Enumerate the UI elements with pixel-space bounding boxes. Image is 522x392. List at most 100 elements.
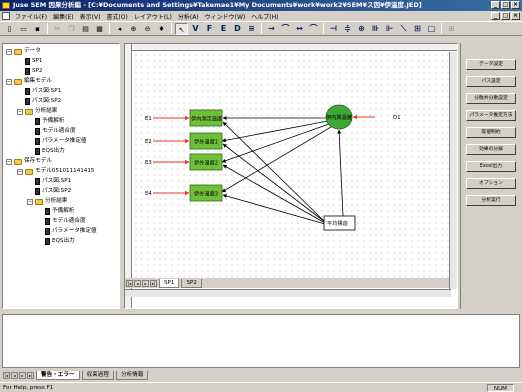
menu-window[interactable]: ウィンドウ(W) — [202, 12, 249, 21]
prev-tab-button[interactable]: ◂ — [11, 371, 18, 379]
path-loading-3[interactable] — [221, 123, 330, 163]
text-box-icon[interactable]: ⊞ — [411, 23, 424, 35]
print-icon[interactable]: ▦ — [93, 23, 106, 35]
tree-item-saved-model[interactable]: − 保存モデル — [6, 157, 52, 166]
rectangle-icon[interactable]: □ — [425, 23, 438, 35]
sheet-tab-sp2[interactable]: SP2 — [181, 278, 202, 288]
tree-item-eqs2[interactable]: EQS出力 — [45, 237, 75, 246]
tool-disturbance[interactable]: D — [231, 23, 244, 35]
last-sheet-button[interactable]: ▸| — [150, 279, 157, 287]
tool-observed-variable[interactable]: V — [189, 23, 202, 35]
tree-item-path-sp1b[interactable]: パス図:SP1 — [35, 177, 71, 186]
path-mean-latent[interactable] — [337, 129, 344, 217]
covariance-settings-button[interactable]: 分散共分散設定 — [466, 93, 516, 104]
menu-file[interactable]: ファイル(F) — [12, 12, 50, 21]
hint-icon[interactable]: ♦ — [155, 23, 168, 35]
collapse-icon[interactable]: − — [17, 168, 23, 175]
zoom-in-icon[interactable]: ⊕ — [127, 23, 140, 35]
tree-item-results2[interactable]: − 分析結果 — [27, 197, 67, 206]
tree-item-data[interactable]: − データ — [6, 47, 41, 56]
path-mean-4[interactable] — [222, 194, 326, 225]
menu-layout[interactable]: レイアウト(L) — [131, 12, 175, 21]
doc-restore-button[interactable]: □ — [501, 12, 510, 20]
collapse-icon[interactable]: − — [6, 158, 12, 165]
tab-warnings-errors[interactable]: 警告・エラー — [36, 370, 80, 380]
cut-icon[interactable]: ✂ — [51, 23, 64, 35]
double-arrow-icon[interactable]: ↔ — [293, 23, 306, 35]
tab-analysis-info[interactable]: 分析情報 — [115, 370, 149, 380]
paste-icon[interactable]: ▤ — [79, 23, 92, 35]
save-icon[interactable]: ▪ — [31, 23, 44, 35]
diagram-canvas[interactable]: 伊内測定温度 伊外温度1 伊外温度2 伊外温度3 伊内興温度 E1 E2 E3 … — [124, 43, 458, 309]
align-icon[interactable]: ◂ — [113, 23, 126, 35]
menu-analysis[interactable]: 分析(A) — [175, 12, 202, 21]
doc-close-button[interactable]: × — [511, 12, 520, 20]
tab-convergence[interactable]: 収束過程 — [81, 370, 114, 380]
tree-item-path-sp2b[interactable]: パス図:SP2 — [35, 187, 71, 196]
tree-item-edit-model[interactable]: − 編集モデル — [6, 77, 52, 86]
tool-error-variable[interactable]: E — [217, 23, 230, 35]
close-button[interactable]: × — [511, 1, 520, 9]
maximize-button[interactable]: □ — [501, 1, 510, 9]
data-settings-button[interactable]: データ設定 — [466, 59, 516, 70]
curved-arrow-icon[interactable]: ⌒ — [279, 23, 292, 35]
sheet-tab-sp1[interactable]: SP1 — [159, 278, 180, 288]
align-center-icon[interactable]: ≑ — [341, 23, 354, 35]
next-sheet-button[interactable]: ▸ — [142, 279, 149, 287]
run-analysis-button[interactable]: 分析実行 — [466, 195, 516, 206]
tree-item-fit[interactable]: モデル適合度 — [35, 127, 76, 136]
minimize-button[interactable]: _ — [491, 1, 500, 9]
line-style-icon[interactable]: ⟍ — [397, 23, 410, 35]
first-tab-button[interactable]: |◂ — [3, 371, 10, 379]
loop-arrow-icon[interactable]: ⌒ — [307, 23, 320, 35]
menu-view[interactable]: 表示(V) — [77, 12, 104, 21]
path-arrow-icon[interactable]: → — [265, 23, 278, 35]
copy-icon[interactable]: ❐ — [65, 23, 78, 35]
new-file-icon[interactable]: ▯ — [3, 23, 16, 35]
collapse-icon[interactable]: − — [17, 108, 23, 115]
pointer-tool-icon[interactable]: ↖ — [175, 22, 188, 35]
path-settings-button[interactable]: パス設定 — [466, 76, 516, 87]
tree-item-param-est[interactable]: パラメータ推定値 — [35, 137, 87, 146]
horizontal-scrollbar[interactable] — [125, 289, 451, 297]
align-left-icon[interactable]: ⊣ — [327, 23, 340, 35]
menu-help[interactable]: ヘルプ(H) — [248, 12, 281, 21]
tree-item-pre-analysis2[interactable]: 予備解析 — [45, 207, 74, 216]
collapse-icon[interactable]: − — [6, 78, 12, 85]
tool-latent-factor[interactable]: F — [203, 23, 216, 35]
next-tab-button[interactable]: ▸ — [19, 371, 26, 379]
doc-minimize-button[interactable]: _ — [491, 12, 500, 20]
options-button[interactable]: オプション — [466, 178, 516, 189]
path-mean-2[interactable] — [222, 143, 326, 223]
zoom-out-icon[interactable]: ⊖ — [141, 23, 154, 35]
collapse-icon[interactable]: − — [27, 198, 33, 205]
vertical-scrollbar[interactable] — [449, 52, 457, 289]
tree-item-fit2[interactable]: モデル適合度 — [45, 217, 86, 226]
distribute-icon[interactable]: ⊪ — [369, 23, 382, 35]
tree-item-param-est2[interactable]: パラメータ推定値 — [45, 227, 97, 236]
tree-item-sp2[interactable]: SP2 — [25, 67, 42, 76]
first-sheet-button[interactable]: |◂ — [126, 279, 133, 287]
resize-icon[interactable]: ⊩ — [383, 23, 396, 35]
prev-sheet-button[interactable]: ◂ — [134, 279, 141, 287]
output-pane[interactable] — [2, 314, 520, 368]
path-mean-3[interactable] — [222, 164, 326, 224]
open-folder-icon[interactable]: ▭ — [17, 23, 30, 35]
effect-decomposition-button[interactable]: 効果の分解 — [466, 144, 516, 155]
tree-item-pre-analysis[interactable]: 予備解析 — [35, 117, 64, 126]
tree-item-eqs[interactable]: EQS出力 — [35, 147, 65, 156]
tree-item-path-sp1[interactable]: パス図:SP1 — [25, 87, 61, 96]
tree-item-sp1[interactable]: SP1 — [25, 57, 42, 66]
grid-icon[interactable]: ⊞ — [445, 23, 458, 35]
tree-item-path-sp2[interactable]: パス図:SP2 — [25, 97, 61, 106]
tool-mean-structure[interactable]: ≡ — [245, 23, 258, 35]
path-mean-1[interactable] — [222, 121, 326, 223]
tree-item-model-id[interactable]: − モデル051011141415 — [17, 167, 95, 176]
last-tab-button[interactable]: ▸| — [27, 371, 34, 379]
excel-output-button[interactable]: Excel出力 — [466, 161, 516, 172]
estimation-method-button[interactable]: パラメータ推定方法 — [466, 110, 516, 121]
equality-constraint-button[interactable]: 等値制約 — [466, 127, 516, 138]
menu-format[interactable]: 書式(O) — [103, 12, 130, 21]
crosshair-icon[interactable]: ⊕ — [355, 23, 368, 35]
menu-edit[interactable]: 編集(E) — [50, 12, 76, 21]
